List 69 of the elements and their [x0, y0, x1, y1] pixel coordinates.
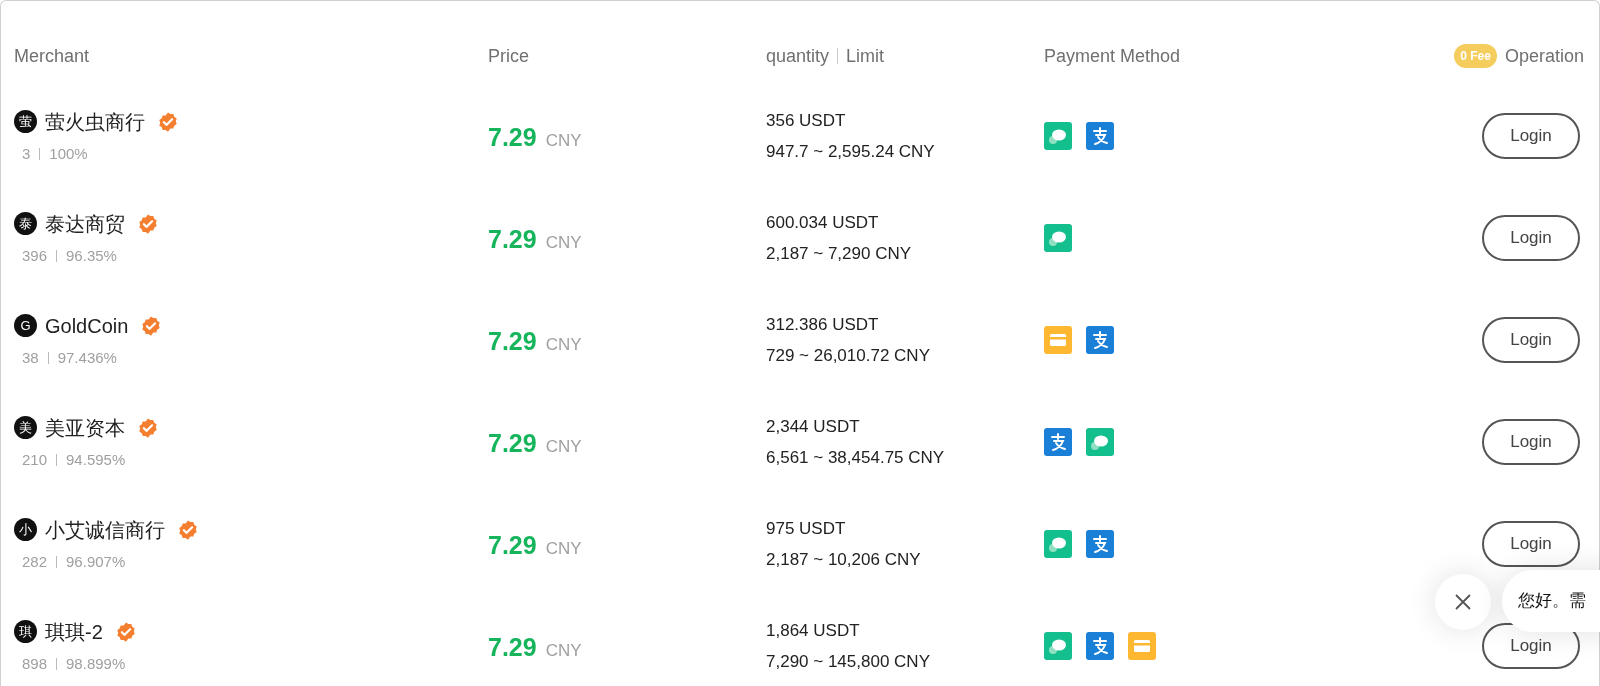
order-count: 282 [22, 551, 48, 572]
order-limit: 6,561 ~ 38,454.75 CNY [766, 447, 946, 469]
completion-rate: 96.35% [66, 245, 117, 266]
completion-rate: 98.899% [66, 653, 126, 674]
available-quantity: 312.386 USDT [766, 313, 880, 336]
avatar: 美 [14, 416, 37, 440]
available-quantity: 975 USDT [766, 517, 847, 540]
merchant-name[interactable]: GoldCoin [45, 310, 129, 341]
price-value: 7.29 [488, 530, 537, 562]
order-limit: 2,187 ~ 7,290 CNY [766, 243, 913, 265]
verified-badge-icon [114, 620, 137, 643]
chat-message: 您好。需 [1518, 590, 1586, 613]
available-quantity: 1,864 USDT [766, 619, 861, 642]
merchant-name[interactable]: 萤火虫商行 [45, 106, 145, 137]
verified-badge-icon [177, 518, 199, 541]
avatar: 萤 [14, 110, 37, 134]
currency-label: CNY [545, 436, 582, 459]
price-value: 7.29 [488, 632, 537, 664]
verified-badge-icon [157, 110, 179, 133]
available-quantity: 600.034 USDT [766, 211, 880, 234]
currency-label: CNY [545, 538, 582, 561]
avatar: G [14, 314, 37, 338]
order-count: 898 [22, 653, 48, 674]
verified-badge-icon [137, 212, 159, 235]
currency-label: CNY [545, 640, 582, 663]
order-limit: 947.7 ~ 2,595.24 CNY [766, 141, 936, 163]
close-icon [1454, 593, 1472, 611]
currency-label: CNY [545, 232, 582, 255]
merchant-name[interactable]: 泰达商贸 [45, 208, 125, 239]
order-limit: 2,187 ~ 10,206 CNY [766, 549, 922, 571]
currency-label: CNY [545, 334, 582, 357]
available-quantity: 356 USDT [766, 109, 847, 132]
login-button[interactable]: Login [1482, 113, 1580, 159]
price-value: 7.29 [488, 326, 537, 358]
currency-label: CNY [545, 130, 582, 153]
completion-rate: 96.907% [66, 551, 126, 572]
avatar: 小 [14, 518, 37, 542]
merchant-name[interactable]: 琪琪-2 [45, 616, 103, 647]
order-count: 3 [22, 143, 31, 164]
column-header: Merchant [14, 44, 91, 68]
completion-rate: 97.436% [57, 347, 117, 368]
column-header: Payment Method [1044, 44, 1182, 68]
avatar: 泰 [14, 212, 37, 236]
order-limit: 729 ~ 26,010.72 CNY [766, 345, 931, 367]
price-value: 7.29 [488, 122, 537, 154]
completion-rate: 94.595% [66, 449, 126, 470]
chat-toast[interactable]: 您好。需 [1502, 570, 1600, 632]
column-header: quantity [766, 44, 830, 68]
login-button[interactable]: Login [1482, 215, 1580, 261]
merchant-name[interactable]: 美亚资本 [45, 412, 125, 443]
available-quantity: 2,344 USDT [766, 415, 861, 438]
order-count: 38 [22, 347, 39, 368]
order-limit: 7,290 ~ 145,800 CNY [766, 651, 931, 673]
verified-badge-icon [137, 416, 159, 439]
login-button[interactable]: Login [1482, 317, 1580, 363]
price-value: 7.29 [488, 428, 537, 460]
merchant-name[interactable]: 小艾诚信商行 [45, 514, 165, 545]
order-count: 210 [22, 449, 48, 470]
column-header: Operation [1504, 44, 1584, 68]
fee-badge: 0 Fee [1454, 44, 1497, 68]
login-button[interactable]: Login [1482, 419, 1580, 465]
column-header: Limit [846, 44, 885, 68]
price-value: 7.29 [488, 224, 537, 256]
avatar: 琪 [14, 620, 37, 644]
order-count: 396 [22, 245, 48, 266]
verified-badge-icon [140, 314, 163, 337]
column-header: Price [488, 44, 530, 68]
completion-rate: 100% [49, 143, 88, 164]
login-button[interactable]: Login [1482, 521, 1580, 567]
